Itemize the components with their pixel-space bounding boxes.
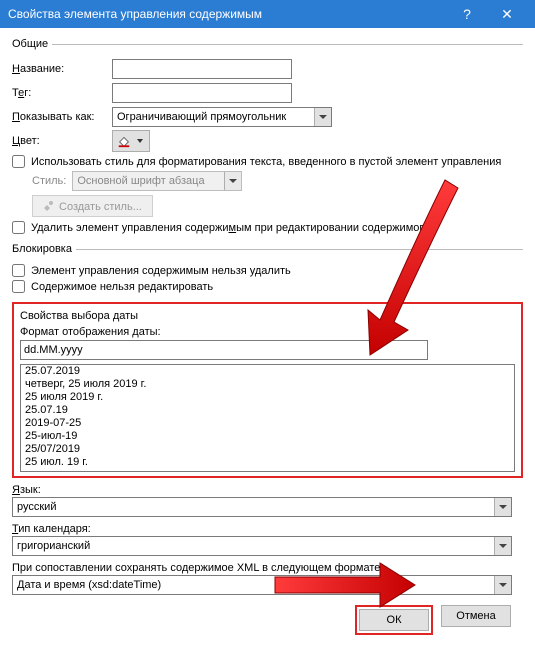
showas-label: Показывать как: [12,111,112,123]
color-picker[interactable] [112,130,150,152]
language-label: Язык: [12,484,523,496]
style-label: Стиль: [32,175,66,187]
name-input[interactable] [112,59,292,79]
paint-bucket-icon [117,134,131,148]
chevron-down-icon [494,498,511,516]
chevron-down-icon [314,108,331,126]
color-label: Цвет: [12,135,112,147]
language-combo[interactable]: русский [12,497,512,517]
cancel-button[interactable]: Отмена [441,605,511,627]
group-general-label: Общие [12,38,52,50]
calendar-type-combo[interactable]: григорианский [12,536,512,556]
no-delete-checkbox[interactable]: Элемент управления содержимым нельзя уда… [12,264,523,277]
list-item[interactable]: 25.07.2019 [21,365,514,378]
name-label: Название: [12,63,112,75]
list-item[interactable]: 25/07/2019 [21,443,514,456]
calendar-type-label: Тип календаря: [12,523,523,535]
dialog-title: Свойства элемента управления содержимым [8,7,447,21]
list-item[interactable]: четверг, 25 июля 2019 г. [21,378,514,391]
date-properties-highlight: Свойства выбора даты Формат отображения … [12,302,523,478]
group-general: Общие Название: Тег: Показывать как: Огр… [12,38,523,237]
style-combo: Основной шрифт абзаца [72,171,242,191]
close-button[interactable]: ✕ [487,0,527,28]
list-item[interactable]: 25 июля 2019 г. [21,391,514,404]
group-locking: Блокировка Элемент управления содержимым… [12,243,523,296]
date-format-list[interactable]: 25.07.2019 четверг, 25 июля 2019 г. 25 и… [20,364,515,472]
group-locking-label: Блокировка [12,243,76,255]
list-item[interactable]: 25-июл-19 [21,430,514,443]
chevron-down-icon [137,139,143,143]
list-item[interactable]: 25.07.19 [21,404,514,417]
dialog-content: Общие Название: Тег: Показывать как: Огр… [0,28,535,645]
no-edit-checkbox[interactable]: Содержимое нельзя редактировать [12,280,523,293]
use-style-checkbox[interactable]: Использовать стиль для форматирования те… [12,155,523,168]
title-bar: Свойства элемента управления содержимым … [0,0,535,28]
ok-button[interactable]: ОК [359,609,429,631]
style-icon [43,200,55,212]
date-format-input[interactable] [20,340,428,360]
dialog-footer: ОК Отмена [12,595,523,635]
chevron-down-icon [494,576,511,594]
xml-map-combo[interactable]: Дата и время (xsd:dateTime) [12,575,512,595]
tag-label: Тег: [12,87,112,99]
remove-on-edit-checkbox[interactable]: Удалить элемент управления содержимым пр… [12,221,523,234]
group-date-label: Свойства выбора даты [16,310,142,322]
xml-map-label: При сопоставлении сохранять содержимое X… [12,562,523,574]
tag-input[interactable] [112,83,292,103]
date-format-label: Формат отображения даты: [20,326,515,338]
chevron-down-icon [224,172,241,190]
ok-highlight: ОК [355,605,433,635]
list-item[interactable]: 2019-07-25 [21,417,514,430]
chevron-down-icon [494,537,511,555]
help-button[interactable]: ? [447,0,487,28]
list-item[interactable]: 25 июл. 19 г. [21,456,514,469]
new-style-button: Создать стиль... [32,195,153,217]
showas-combo[interactable]: Ограничивающий прямоугольник [112,107,332,127]
